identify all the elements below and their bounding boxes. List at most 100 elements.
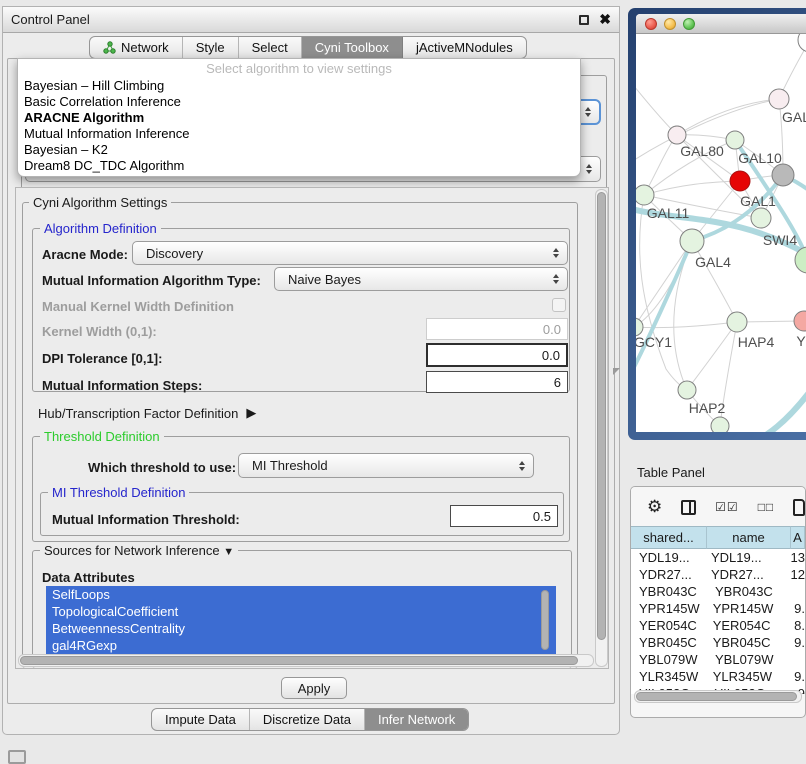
list-item-gal4rgexp[interactable]: gal4RGexp xyxy=(46,637,556,654)
settings-vscrollbar-thumb[interactable] xyxy=(597,192,606,640)
dropdown-item[interactable]: Mutual Information Inference xyxy=(18,126,580,142)
table-hscrollbar-thumb[interactable] xyxy=(636,692,797,701)
table-row[interactable]: YPR145W YPR145W 9. xyxy=(631,600,805,617)
data-attributes-label: Data Attributes xyxy=(42,570,135,585)
node-gal-top[interactable] xyxy=(769,89,789,109)
tab-style[interactable]: Style xyxy=(183,37,239,58)
node-gal10[interactable] xyxy=(726,131,744,149)
table-toolbar: ⚙ ☑☑ □□ xyxy=(631,487,805,526)
table-row[interactable]: YLR345W YLR345W 9. xyxy=(631,668,805,685)
settings-hscrollbar-thumb[interactable] xyxy=(20,656,578,665)
table-row[interactable]: YBR043C YBR043C xyxy=(631,583,805,600)
node-label: GAL4 xyxy=(695,254,731,270)
node-hap2[interactable] xyxy=(678,381,696,399)
settings-hscrollbar-track xyxy=(18,654,594,667)
table-row[interactable]: YDR27... YDR27... 12 xyxy=(631,566,805,583)
node-label: GCY1 xyxy=(636,334,672,350)
mi-type-dropdown[interactable]: Naive Bayes xyxy=(274,267,568,291)
window-minimize-button[interactable] xyxy=(664,18,676,30)
deselect-all-columns-icon[interactable]: □□ xyxy=(758,500,775,514)
tab-network[interactable]: Network xyxy=(90,37,183,58)
dropdown-item-aracne[interactable]: ARACNE Algorithm xyxy=(18,110,580,126)
node-partial-top[interactable] xyxy=(798,34,806,52)
list-vertical-scrollbar[interactable] xyxy=(541,590,549,650)
dropdown-item[interactable]: Bayesian – K2 xyxy=(18,142,580,158)
window-close-button[interactable] xyxy=(645,18,657,30)
tab-impute-data[interactable]: Impute Data xyxy=(152,709,250,730)
table-hscrollbar-track xyxy=(634,690,802,703)
node-salmon[interactable] xyxy=(794,311,806,331)
combo-arrows-icon xyxy=(585,107,592,117)
mi-steps-field[interactable]: 6 xyxy=(426,371,568,393)
tab-select[interactable]: Select xyxy=(239,37,302,58)
algorithm-dropdown-popup: Select algorithm to view settings Bayesi… xyxy=(17,58,581,177)
node-partial-bottom[interactable] xyxy=(711,417,729,432)
table-header-row: shared... name A xyxy=(631,526,805,549)
tab-cyni-toolbox[interactable]: Cyni Toolbox xyxy=(302,37,403,58)
table-row[interactable]: YER054C YER054C 8. xyxy=(631,617,805,634)
node-label: GAL80 xyxy=(680,143,724,159)
node-label: GAL11 xyxy=(647,205,690,221)
network-window-frame: GAL GAL80 GAL10 GAL1 GAL11 SWI4 GAL4 GCY… xyxy=(628,8,806,440)
network-window: GAL GAL80 GAL10 GAL1 GAL11 SWI4 GAL4 GCY… xyxy=(636,14,806,432)
tab-infer-network[interactable]: Infer Network xyxy=(365,709,468,730)
manual-kernel-checkbox[interactable] xyxy=(552,298,566,312)
dropdown-prompt: Select algorithm to view settings xyxy=(18,61,580,78)
combo-arrows-icon xyxy=(586,164,593,174)
mi-threshold-label: Mutual Information Threshold: xyxy=(52,512,240,527)
column-layout-icon[interactable] xyxy=(681,500,696,515)
dropdown-item[interactable]: Basic Correlation Inference xyxy=(18,94,580,110)
network-icon xyxy=(103,41,116,54)
close-icon[interactable]: ✖ xyxy=(599,11,611,28)
splitter-handle[interactable] xyxy=(613,368,620,375)
kernel-width-label: Kernel Width (0,1): xyxy=(42,324,157,339)
mi-threshold-field[interactable]: 0.5 xyxy=(450,505,558,527)
dropdown-item[interactable]: Dream8 DC_TDC Algorithm xyxy=(18,158,580,174)
aracne-mode-label: Aracne Mode: xyxy=(42,247,128,262)
tab-discretize-data[interactable]: Discretize Data xyxy=(250,709,365,730)
dpi-tolerance-field[interactable]: 0.0 xyxy=(426,343,568,367)
node-gal1-red[interactable] xyxy=(730,171,750,191)
float-window-icon[interactable] xyxy=(579,15,589,25)
table-row[interactable]: YBR045C YBR045C 9. xyxy=(631,634,805,651)
apply-button[interactable]: Apply xyxy=(281,677,347,699)
dropdown-item[interactable]: Bayesian – Hill Climbing xyxy=(18,78,580,94)
node-label: GAL10 xyxy=(738,150,782,166)
kernel-width-field[interactable]: 0.0 xyxy=(426,318,568,340)
node-label: Y xyxy=(796,333,806,349)
mi-type-label: Mutual Information Algorithm Type: xyxy=(42,273,261,288)
node-gal11[interactable] xyxy=(636,185,654,205)
node-gray[interactable] xyxy=(772,164,794,186)
table-panel-title: Table Panel xyxy=(637,465,705,480)
sources-title-wrap[interactable]: Sources for Network Inference ▼ xyxy=(40,543,238,558)
hub-section-label: Hub/Transcription Factor Definition xyxy=(38,406,238,421)
tab-jactivemnodules[interactable]: jActiveMNodules xyxy=(403,37,526,58)
dpi-tolerance-label: DPI Tolerance [0,1]: xyxy=(42,351,162,366)
list-item-selfloops[interactable]: SelfLoops xyxy=(46,586,556,603)
which-threshold-dropdown[interactable]: MI Threshold xyxy=(238,453,534,478)
hub-section-toggle[interactable]: Hub/Transcription Factor Definition ▶ xyxy=(38,405,256,421)
gear-icon[interactable]: ⚙ xyxy=(647,497,662,517)
column-header-shared[interactable]: shared... xyxy=(631,526,707,549)
network-canvas[interactable]: GAL GAL80 GAL10 GAL1 GAL11 SWI4 GAL4 GCY… xyxy=(636,34,806,432)
column-header-name[interactable]: name xyxy=(707,526,791,549)
control-panel: Control Panel ✖ Network Style Select Cyn… xyxy=(2,6,620,735)
column-header-partial[interactable]: A xyxy=(791,526,805,549)
threshold-title: Threshold Definition xyxy=(40,429,164,444)
document-icon[interactable] xyxy=(793,499,805,516)
node-swi4[interactable] xyxy=(751,208,771,228)
list-item-betweennesscentrality[interactable]: BetweennessCentrality xyxy=(46,620,556,637)
which-threshold-label: Which threshold to use: xyxy=(88,460,236,475)
select-all-columns-icon[interactable]: ☑☑ xyxy=(715,500,739,514)
expanded-arrow-icon: ▼ xyxy=(223,546,234,558)
node-gal80[interactable] xyxy=(668,126,686,144)
node-gal4[interactable] xyxy=(680,229,704,253)
table-row[interactable]: YDL19... YDL19... 13 xyxy=(631,549,805,566)
combo-arrows-icon xyxy=(553,248,560,258)
window-zoom-button[interactable] xyxy=(683,18,695,30)
mi-type-value: Naive Bayes xyxy=(288,272,361,287)
aracne-mode-dropdown[interactable]: Discovery xyxy=(132,241,568,265)
node-hap4[interactable] xyxy=(727,312,747,332)
table-row[interactable]: YBL079W YBL079W xyxy=(631,651,805,668)
list-item-topologicalcoefficient[interactable]: TopologicalCoefficient xyxy=(46,603,556,620)
